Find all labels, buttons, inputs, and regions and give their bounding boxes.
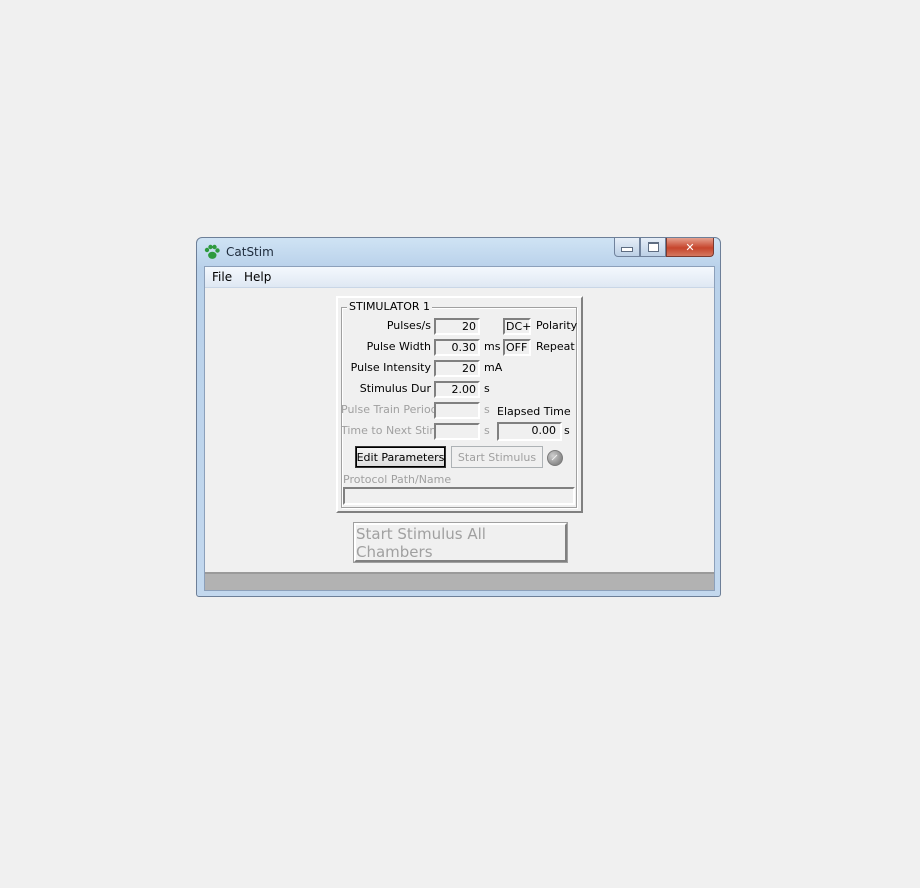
menu-help[interactable]: Help bbox=[244, 270, 271, 284]
client-area: File Help STIMULATOR 1 Pulses/s 20 DC+ P… bbox=[204, 266, 715, 591]
next-stim-unit: s bbox=[484, 424, 490, 437]
elapsed-label: Elapsed Time bbox=[497, 405, 571, 418]
pulses-label: Pulses/s bbox=[386, 319, 431, 332]
duration-unit: s bbox=[484, 382, 490, 395]
intensity-unit: mA bbox=[484, 361, 503, 374]
duration-label: Stimulus Dur bbox=[359, 382, 431, 395]
menu-file[interactable]: File bbox=[212, 270, 232, 284]
maximize-button[interactable] bbox=[640, 238, 666, 257]
edit-parameters-button[interactable]: Edit Parameters bbox=[355, 446, 446, 468]
repeat-label: Repeat bbox=[536, 340, 575, 353]
start-stimulus-button[interactable]: Start Stimulus bbox=[451, 446, 543, 468]
protocol-label: Protocol Path/Name bbox=[343, 473, 452, 486]
paw-icon bbox=[204, 244, 220, 259]
train-period-label: Pulse Train Period bbox=[341, 403, 438, 416]
elapsed-field: 0.00 bbox=[497, 422, 562, 441]
window-title: CatStim bbox=[226, 245, 274, 259]
title-bar[interactable]: CatStim ✕ bbox=[197, 238, 720, 266]
status-led-icon bbox=[547, 450, 563, 466]
pulse-width-field[interactable]: 0.30 bbox=[434, 339, 480, 356]
status-bar bbox=[205, 572, 714, 590]
intensity-label: Pulse Intensity bbox=[350, 361, 431, 374]
app-window: CatStim ✕ File Help STIMULATOR 1 Pulses/… bbox=[196, 237, 721, 597]
pulses-field[interactable]: 20 bbox=[434, 318, 480, 335]
start-all-chambers-button[interactable]: Start Stimulus All Chambers bbox=[353, 522, 568, 563]
group-title: STIMULATOR 1 bbox=[347, 300, 433, 313]
pulse-width-label: Pulse Width bbox=[366, 340, 431, 353]
train-period-field[interactable] bbox=[434, 402, 480, 419]
stimulator-panel: STIMULATOR 1 Pulses/s 20 DC+ Polarity Pu… bbox=[336, 296, 583, 513]
close-button[interactable]: ✕ bbox=[666, 238, 714, 257]
next-stim-field[interactable] bbox=[434, 423, 480, 440]
next-stim-label: Time to Next Stim bbox=[341, 424, 441, 437]
polarity-field[interactable]: DC+ bbox=[503, 318, 531, 335]
close-icon: ✕ bbox=[685, 240, 695, 254]
intensity-field[interactable]: 20 bbox=[434, 360, 480, 377]
train-period-unit: s bbox=[484, 403, 490, 416]
elapsed-unit: s bbox=[564, 424, 570, 437]
protocol-path-field[interactable] bbox=[343, 487, 575, 505]
pulse-width-unit: ms bbox=[484, 340, 501, 353]
duration-field[interactable]: 2.00 bbox=[434, 381, 480, 398]
polarity-label: Polarity bbox=[536, 319, 578, 332]
repeat-field[interactable]: OFF bbox=[503, 339, 531, 356]
minimize-icon bbox=[621, 247, 633, 252]
menu-bar: File Help bbox=[205, 267, 714, 288]
minimize-button[interactable] bbox=[614, 238, 640, 257]
maximize-icon bbox=[647, 242, 659, 252]
